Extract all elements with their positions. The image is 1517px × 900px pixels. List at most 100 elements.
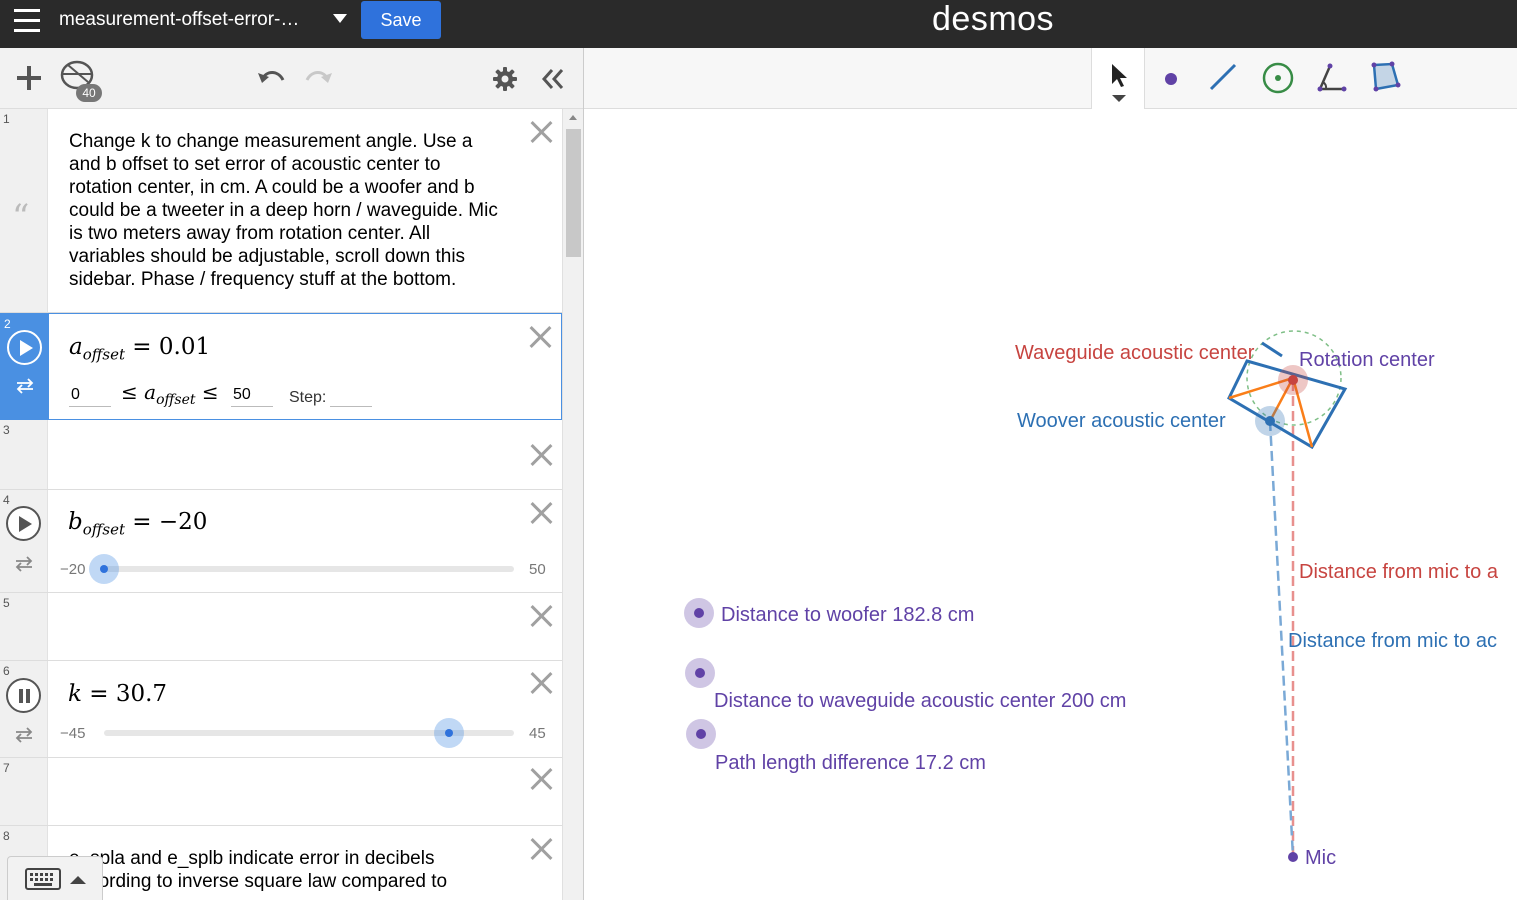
expression-tab[interactable]: 5 bbox=[0, 593, 48, 660]
expression-tab[interactable]: 2 bbox=[1, 314, 49, 419]
path-difference-label: Path length difference 17.2 cm bbox=[715, 752, 986, 774]
play-icon[interactable] bbox=[7, 330, 42, 365]
segment-tool-icon[interactable] bbox=[1208, 62, 1238, 92]
play-icon[interactable] bbox=[6, 506, 41, 541]
top-bar: measurement-offset-error-… Save desmos bbox=[0, 0, 1517, 48]
delete-expression-icon[interactable] bbox=[529, 326, 551, 348]
loop-icon[interactable] bbox=[14, 378, 36, 394]
delete-expression-icon[interactable] bbox=[530, 121, 552, 143]
slider-max-label[interactable]: 50 bbox=[529, 561, 546, 578]
label-point-path bbox=[696, 729, 706, 739]
limit-inequality: ≤ aoffset ≤ bbox=[121, 380, 219, 408]
scroll-thumb[interactable] bbox=[566, 129, 581, 257]
mic-label: Mic bbox=[1305, 847, 1336, 869]
waveguide-center-label: Waveguide acoustic center bbox=[1015, 342, 1255, 364]
note-line: according to inverse square law compared… bbox=[69, 871, 448, 892]
slider-value: 30.7 bbox=[115, 681, 168, 707]
expression-number: 5 bbox=[3, 596, 10, 610]
redo-icon[interactable] bbox=[304, 66, 334, 88]
expression-tab[interactable]: 4 bbox=[0, 490, 48, 592]
circle-tool-icon[interactable] bbox=[1262, 62, 1294, 94]
slider-handle[interactable] bbox=[89, 554, 119, 584]
scroll-up-arrow-icon[interactable] bbox=[569, 115, 577, 120]
expression-note-1[interactable]: 1 “ Change k to change measurement angle… bbox=[0, 109, 562, 313]
slider-value: −20 bbox=[158, 509, 208, 535]
mic-point bbox=[1288, 852, 1298, 862]
variable-subscript: offset bbox=[82, 520, 125, 539]
note-quote-icon: “ bbox=[12, 197, 30, 237]
expression-tab[interactable]: 3 bbox=[0, 420, 48, 489]
expression-number: 6 bbox=[3, 664, 10, 678]
expression-formula[interactable]: aoffset = 0.01 bbox=[69, 334, 210, 364]
undo-icon[interactable] bbox=[256, 66, 286, 88]
undo-count-badge: 40 bbox=[76, 84, 102, 102]
expression-tab[interactable]: 6 bbox=[0, 661, 48, 757]
add-item-icon[interactable] bbox=[17, 66, 41, 90]
keyboard-toggle-button[interactable] bbox=[7, 856, 103, 900]
expression-tab[interactable]: 7 bbox=[0, 758, 48, 825]
expression-empty-5[interactable]: 5 bbox=[0, 593, 562, 661]
step-label: Step: bbox=[289, 389, 327, 406]
expression-list: 1 “ Change k to change measurement angle… bbox=[0, 109, 562, 900]
woofer-center-point bbox=[1265, 416, 1275, 426]
slider-min-input[interactable] bbox=[69, 383, 111, 407]
delete-expression-icon[interactable] bbox=[530, 672, 552, 694]
distance-woofer-label: Distance to woofer 182.8 cm bbox=[721, 604, 974, 626]
expression-number: 7 bbox=[3, 761, 10, 775]
slider-step-input[interactable] bbox=[330, 383, 372, 407]
rotation-center-label: Rotation center bbox=[1299, 349, 1435, 371]
expression-slider-b-offset[interactable]: 4 boffset = −20 −20 50 bbox=[0, 490, 562, 593]
slider-handle[interactable] bbox=[433, 718, 464, 748]
variable-name: a bbox=[69, 334, 83, 360]
distance-waveguide-label: Distance to waveguide acoustic center 20… bbox=[714, 690, 1126, 712]
slider-min-label[interactable]: −45 bbox=[60, 725, 85, 742]
expression-tab[interactable]: 1 “ bbox=[0, 109, 48, 312]
expression-number: 8 bbox=[3, 829, 10, 843]
gear-icon[interactable] bbox=[493, 67, 517, 91]
expression-number: 1 bbox=[3, 112, 10, 126]
note-text[interactable]: Change k to change measurement angle. Us… bbox=[69, 130, 509, 291]
expression-number: 3 bbox=[3, 423, 10, 437]
variable-name: b bbox=[68, 509, 83, 535]
expression-formula[interactable]: boffset = −20 bbox=[68, 509, 207, 539]
variable-subscript: offset bbox=[82, 345, 125, 364]
slider-max-label[interactable]: 45 bbox=[529, 725, 546, 742]
woover-center-label: Woover acoustic center bbox=[1017, 410, 1226, 432]
point-tool-icon[interactable] bbox=[1162, 70, 1180, 88]
slider-max-input[interactable] bbox=[231, 383, 273, 407]
graph-title[interactable]: measurement-offset-error-… bbox=[59, 9, 299, 31]
graph-paper[interactable]: Waveguide acoustic center Rotation cente… bbox=[584, 109, 1517, 900]
variable-name: k bbox=[68, 681, 82, 707]
distance-mic-a-label: Distance from mic to a bbox=[1299, 561, 1499, 583]
chevron-down-icon[interactable] bbox=[333, 14, 347, 23]
slider-track[interactable] bbox=[104, 566, 514, 572]
collapse-sidebar-icon[interactable] bbox=[541, 68, 565, 90]
waveguide-center-point bbox=[1288, 375, 1298, 385]
expression-empty-7[interactable]: 7 bbox=[0, 758, 562, 826]
pause-icon[interactable] bbox=[6, 678, 41, 713]
delete-expression-icon[interactable] bbox=[530, 768, 552, 790]
delete-expression-icon[interactable] bbox=[530, 502, 552, 524]
expression-number: 2 bbox=[4, 317, 11, 331]
save-button[interactable]: Save bbox=[361, 1, 441, 39]
angle-tool-icon[interactable] bbox=[1316, 62, 1348, 94]
delete-expression-icon[interactable] bbox=[530, 444, 552, 466]
select-tool[interactable] bbox=[1091, 48, 1145, 109]
expression-empty-3[interactable]: 3 bbox=[0, 420, 562, 490]
note-text[interactable]: e_spla and e_splb indicate error in deci… bbox=[69, 847, 509, 893]
expression-slider-k[interactable]: 6 k = 30.7 −45 45 bbox=[0, 661, 562, 758]
expression-slider-a-offset[interactable]: 2 aoffset = 0.01 ≤ aoffset ≤ Step: bbox=[0, 313, 562, 420]
slider-min-label[interactable]: −20 bbox=[60, 561, 85, 578]
delete-expression-icon[interactable] bbox=[530, 605, 552, 627]
polygon-tool-icon[interactable] bbox=[1370, 60, 1402, 92]
variable-name: a bbox=[144, 380, 157, 404]
slider-value: 0.01 bbox=[158, 334, 211, 360]
distance-mic-ac-label: Distance from mic to ac bbox=[1288, 630, 1497, 652]
loop-icon[interactable] bbox=[13, 556, 35, 572]
delete-expression-icon[interactable] bbox=[530, 838, 552, 860]
expression-formula[interactable]: k = 30.7 bbox=[68, 681, 167, 707]
loop-icon[interactable] bbox=[13, 727, 35, 743]
expression-list-scrollbar[interactable] bbox=[562, 109, 583, 900]
label-point-woofer bbox=[694, 608, 704, 618]
menu-icon[interactable] bbox=[14, 9, 40, 33]
